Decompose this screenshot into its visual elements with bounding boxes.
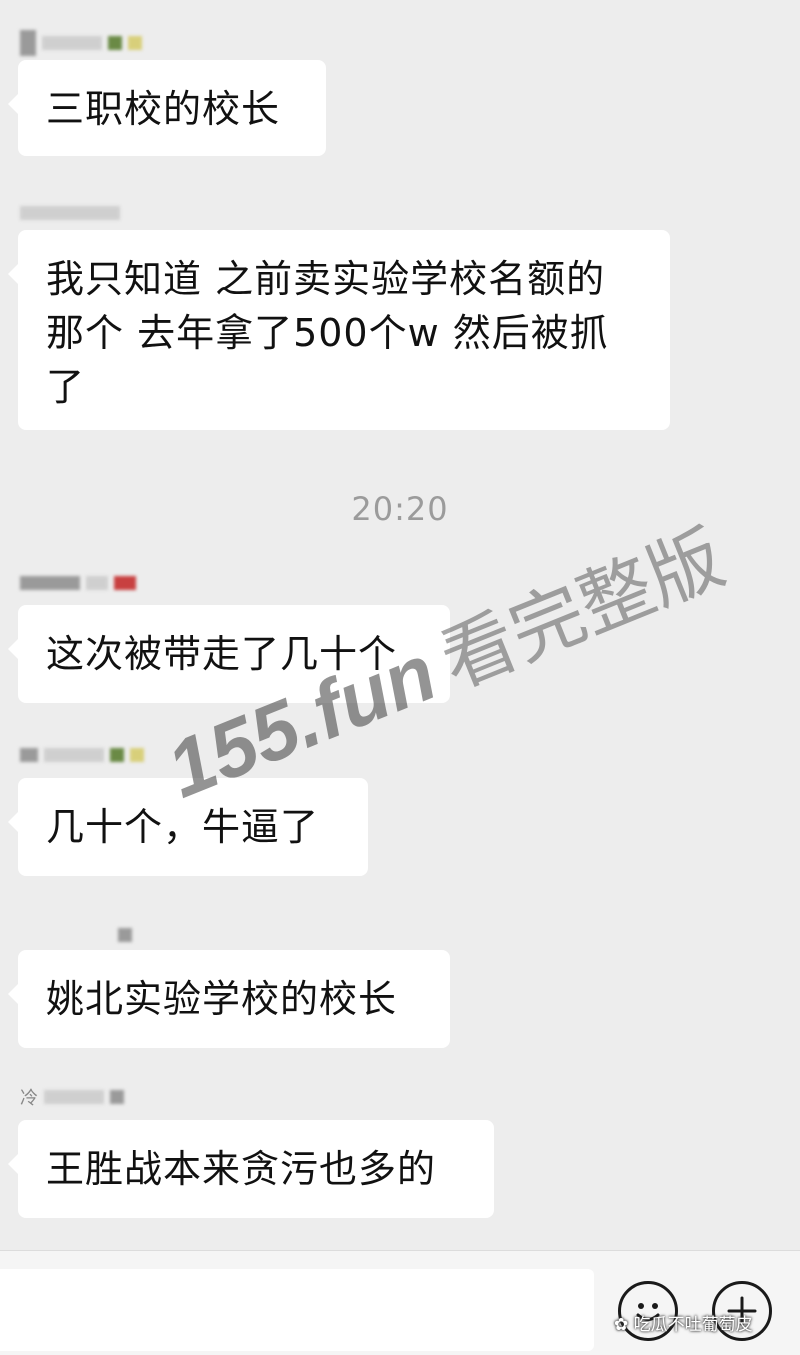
message-text: 这次被带走了几十个 [46, 632, 398, 676]
message-bubble[interactable]: 这次被带走了几十个 [8, 605, 450, 703]
message-text: 三职校的校长 [46, 87, 281, 131]
blurred-name [20, 748, 38, 762]
sender-name-blurred [20, 742, 144, 768]
blurred-name [44, 1090, 104, 1104]
sender-name-blurred [20, 570, 136, 596]
message-text: 几十个，牛逼了 [46, 805, 320, 849]
watermark-label: 看完整版 [429, 515, 735, 704]
chat-area: 三职校的校长 我只知道 之前卖实验学校名额的那个 去年拿了500个w 然后被抓了… [0, 0, 800, 1250]
message-bubble[interactable]: 几十个，牛逼了 [8, 778, 368, 876]
blurred-avatar [20, 30, 36, 56]
blurred-name [42, 36, 102, 50]
message-bubble[interactable]: 王胜战本来贪污也多的 [8, 1120, 494, 1218]
blurred-emoji [130, 748, 144, 762]
blurred-name [44, 748, 104, 762]
message-bubble[interactable]: 姚北实验学校的校长 [8, 950, 450, 1048]
blurred-emoji [114, 576, 136, 590]
message-bubble[interactable]: 我只知道 之前卖实验学校名额的那个 去年拿了500个w 然后被抓了 [8, 230, 670, 430]
blurred-name [20, 576, 80, 590]
blurred-name [110, 1090, 124, 1104]
sender-name-blurred [118, 922, 132, 948]
timestamp: 20:20 [351, 490, 449, 528]
blurred-emoji [110, 748, 124, 762]
blurred-name [86, 576, 108, 590]
sender-name-text: 冷 [20, 1088, 38, 1109]
message-input[interactable] [0, 1269, 594, 1351]
message-bubble[interactable]: 三职校的校长 [8, 60, 326, 156]
message-text: 姚北实验学校的校长 [46, 977, 398, 1021]
input-bar [0, 1250, 800, 1355]
credit-text: 吃瓜不吐葡萄皮 [633, 1315, 753, 1335]
source-credit: ✿ 吃瓜不吐葡萄皮 [614, 1310, 753, 1335]
blurred-name [118, 928, 132, 942]
message-text: 我只知道 之前卖实验学校名额的那个 去年拿了500个w 然后被抓了 [46, 257, 609, 409]
wechat-logo-icon: ✿ [614, 1315, 634, 1335]
blurred-emoji [128, 36, 142, 50]
blurred-emoji [108, 36, 122, 50]
blurred-name [20, 206, 120, 220]
sender-name-partial: 冷 [20, 1084, 124, 1110]
sender-name-blurred [20, 30, 142, 56]
message-text: 王胜战本来贪污也多的 [46, 1147, 437, 1191]
sender-name-blurred [20, 200, 120, 226]
